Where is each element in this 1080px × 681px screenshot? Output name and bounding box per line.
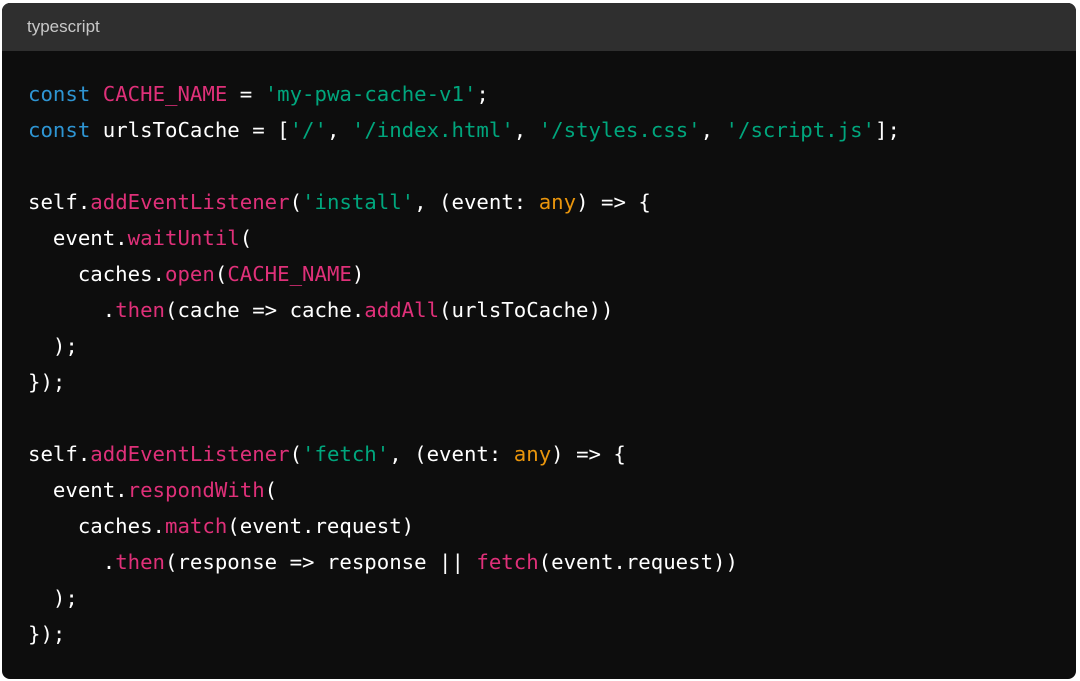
- code-token: (cache => cache.: [165, 298, 365, 322]
- code-token: ) => {: [551, 442, 626, 466]
- code-token: 'fetch': [302, 442, 390, 466]
- code-token: (urlsToCache)): [439, 298, 614, 322]
- code-token: =: [227, 82, 265, 106]
- code-token: , (event:: [414, 190, 539, 214]
- code-token: const: [28, 82, 91, 106]
- code-token: , (event:: [389, 442, 514, 466]
- code-token: '/script.js': [725, 118, 876, 142]
- code-token: ,: [513, 118, 539, 142]
- code-token: ,: [326, 118, 352, 142]
- code-token: (: [264, 478, 278, 502]
- code-token: event.: [28, 478, 128, 502]
- code-token: urlsToCache = [: [90, 118, 290, 142]
- code-line: );: [28, 328, 900, 364]
- code-token: (response => response ||: [165, 550, 477, 574]
- code-token: 'my-pwa-cache-v1': [264, 82, 477, 106]
- code-token: CACHE_NAME: [227, 262, 352, 286]
- code-token: const: [28, 118, 91, 142]
- code-token: .: [28, 298, 116, 322]
- code-line: const CACHE_NAME = 'my-pwa-cache-v1';: [28, 76, 900, 112]
- code-token: (event.request): [227, 514, 415, 538]
- code-token: ): [351, 262, 365, 286]
- code-block-header: typescript: [2, 3, 1076, 51]
- code-token: then: [115, 550, 166, 574]
- code-line: self.addEventListener('install', (event:…: [28, 184, 900, 220]
- code-token: respondWith: [127, 478, 265, 502]
- code-token: .: [28, 550, 116, 574]
- code-line: event.waitUntil(: [28, 220, 900, 256]
- code-token: any: [513, 442, 552, 466]
- code-line: });: [28, 364, 900, 400]
- code-token: caches.: [28, 262, 166, 286]
- code-token: (: [289, 442, 303, 466]
- code-token: '/styles.css': [538, 118, 701, 142]
- code-token: then: [115, 298, 166, 322]
- code-token: caches.: [28, 514, 166, 538]
- code-line: self.addEventListener('fetch', (event: a…: [28, 436, 900, 472]
- code-token: event.: [28, 226, 128, 250]
- code-content[interactable]: const CACHE_NAME = 'my-pwa-cache-v1'; con…: [28, 76, 900, 652]
- language-label: typescript: [27, 17, 100, 36]
- code-token: addEventListener: [90, 190, 290, 214]
- code-token: (event.request)): [538, 550, 738, 574]
- code-token: ) => {: [576, 190, 651, 214]
- code-line: caches.open(CACHE_NAME): [28, 256, 900, 292]
- code-line: caches.match(event.request): [28, 508, 900, 544]
- code-token: open: [165, 262, 215, 286]
- code-token: });: [28, 370, 66, 394]
- code-line: const urlsToCache = ['/', '/index.html',…: [28, 112, 900, 148]
- code-token: (: [289, 190, 303, 214]
- code-token: ];: [875, 118, 900, 142]
- code-token: waitUntil: [127, 226, 240, 250]
- code-token: ;: [476, 82, 489, 106]
- code-token: 'install': [302, 190, 415, 214]
- code-token: (: [239, 226, 253, 250]
- code-token: '/index.html': [351, 118, 514, 142]
- code-token: addAll: [364, 298, 440, 322]
- code-token: ,: [700, 118, 726, 142]
- code-token: self.: [28, 442, 91, 466]
- code-line: .then(response => response || fetch(even…: [28, 544, 900, 580]
- code-token: addEventListener: [90, 442, 290, 466]
- code-line: event.respondWith(: [28, 472, 900, 508]
- code-token: (: [214, 262, 228, 286]
- code-token: );: [28, 586, 78, 610]
- code-token: '/': [289, 118, 327, 142]
- code-line: });: [28, 616, 900, 652]
- code-token: self.: [28, 190, 91, 214]
- code-token: any: [538, 190, 577, 214]
- code-line: );: [28, 580, 900, 616]
- code-block: typescript const CACHE_NAME = 'my-pwa-ca…: [2, 3, 1076, 679]
- code-token: CACHE_NAME: [102, 82, 228, 106]
- code-line: .then(cache => cache.addAll(urlsToCache)…: [28, 292, 900, 328]
- code-token: fetch: [476, 550, 539, 574]
- code-token: });: [28, 622, 66, 646]
- code-token: match: [165, 514, 228, 538]
- code-token: );: [28, 334, 78, 358]
